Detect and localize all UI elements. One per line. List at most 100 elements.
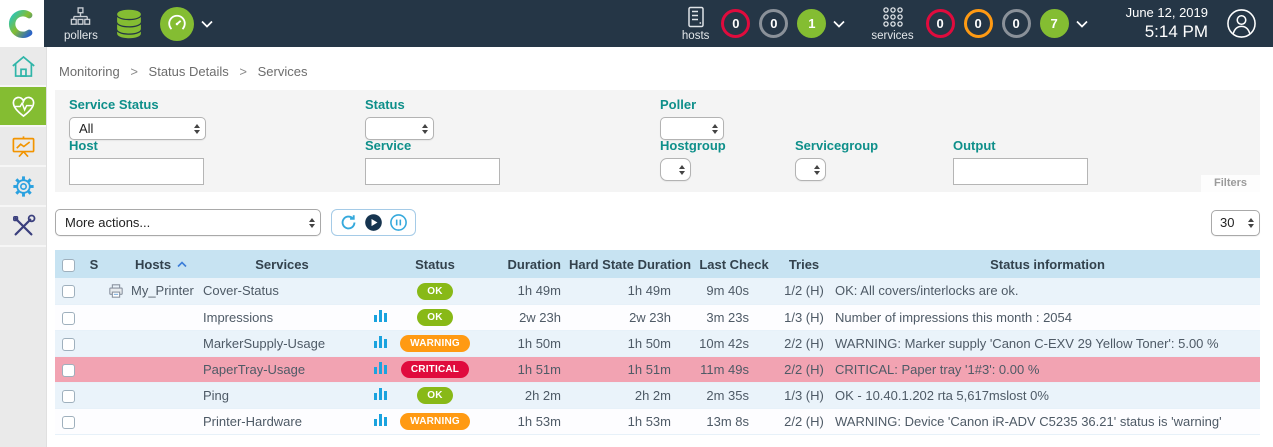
header-tries[interactable]: Tries (773, 250, 835, 278)
host-input[interactable] (69, 158, 204, 185)
header-hosts[interactable]: Hosts (107, 250, 197, 278)
servicegroup-select[interactable] (795, 158, 826, 181)
graph-icon[interactable] (374, 413, 387, 426)
hostgroup-select[interactable] (660, 158, 691, 181)
current-date: June 12, 2019 (1126, 5, 1208, 21)
services-status-button[interactable]: services (871, 5, 913, 42)
service-status-select[interactable]: All (69, 117, 206, 140)
last-check-cell: 10m 42s (695, 330, 773, 356)
tries-cell: 2/2 (H) (773, 408, 835, 434)
filters-tab[interactable]: Filters (1201, 175, 1260, 192)
refresh-controls (331, 209, 416, 236)
select-all-checkbox[interactable] (62, 259, 75, 272)
counter-badge[interactable]: 0 (1002, 9, 1031, 38)
hard-state-duration-cell: 2w 23h (565, 304, 695, 330)
user-avatar-icon[interactable] (1226, 8, 1257, 39)
graph-icon[interactable] (374, 361, 387, 374)
breadcrumb-separator: > (239, 64, 247, 79)
row-checkbox[interactable] (62, 364, 75, 377)
status-badge: WARNING (400, 413, 470, 430)
page-size-select[interactable]: 30 (1211, 210, 1260, 236)
hosts-status-button[interactable]: hosts (682, 5, 710, 42)
chevron-down-icon[interactable] (1076, 20, 1088, 28)
service-name[interactable]: PaperTray-Usage (203, 362, 305, 377)
graph-icon[interactable] (374, 309, 387, 322)
row-checkbox[interactable] (62, 285, 75, 298)
breadcrumb-monitoring[interactable]: Monitoring (59, 64, 120, 79)
header-services[interactable]: Services (197, 250, 367, 278)
counter-badge[interactable]: 1 (797, 9, 826, 38)
database-status-button[interactable] (110, 5, 148, 43)
service-input[interactable] (365, 158, 500, 185)
row-s-cell (81, 356, 107, 382)
poller-select[interactable] (660, 117, 724, 140)
hosts-label: hosts (682, 30, 710, 42)
select-stepper-icon (1248, 218, 1254, 228)
table-row: My_Printer Cover-Status OK 1h 49m 1h 49m… (55, 278, 1260, 304)
status-badge: OK (417, 387, 452, 404)
sidebar-item-configuration[interactable] (0, 167, 46, 207)
row-checkbox[interactable] (62, 338, 75, 351)
refresh-icon (339, 213, 358, 232)
status-information-cell: OK - 10.40.1.202 rta 5,617mslost 0% (835, 382, 1260, 408)
output-input[interactable] (953, 158, 1088, 185)
row-checkbox[interactable] (62, 416, 75, 429)
header-status[interactable]: Status (393, 250, 477, 278)
chevron-down-icon[interactable] (201, 20, 213, 28)
hard-state-duration-cell: 1h 53m (565, 408, 695, 434)
table-row: Impressions OK 2w 23h 2w 23h 3m 23s 1/3 … (55, 304, 1260, 330)
graph-icon[interactable] (374, 387, 387, 400)
counter-badge[interactable]: 0 (964, 9, 993, 38)
service-name[interactable]: Ping (203, 388, 229, 403)
services-table: S Hosts Services Status Duration Hard St… (55, 250, 1260, 435)
header-hard-state-duration[interactable]: Hard State Duration (565, 250, 695, 278)
services-icon (881, 5, 905, 29)
filter-panel: Service Status All Status Poller (55, 90, 1260, 192)
gauge-status-button[interactable] (160, 7, 213, 41)
heart-pulse-icon (10, 93, 37, 120)
sidebar-item-reporting[interactable] (0, 127, 46, 167)
pause-button[interactable] (389, 213, 408, 232)
host-cell[interactable]: My_Printer (107, 283, 197, 299)
counter-badge[interactable]: 0 (926, 9, 955, 38)
centreon-logo[interactable] (0, 0, 44, 47)
graph-icon[interactable] (374, 335, 387, 348)
service-name[interactable]: Impressions (203, 310, 273, 325)
header-status-information[interactable]: Status information (835, 250, 1260, 278)
row-checkbox[interactable] (62, 390, 75, 403)
play-button[interactable] (364, 213, 383, 232)
sidebar (0, 47, 47, 447)
status-select[interactable] (365, 117, 434, 140)
counter-badge[interactable]: 7 (1040, 9, 1069, 38)
pollers-icon (69, 6, 92, 29)
sidebar-item-monitoring[interactable] (0, 87, 46, 127)
servicegroup-label: Servicegroup (795, 138, 878, 153)
refresh-button[interactable] (339, 213, 358, 232)
last-check-cell: 2m 35s (695, 382, 773, 408)
pollers-status-button[interactable]: pollers (64, 6, 98, 42)
service-name[interactable]: MarkerSupply-Usage (203, 336, 325, 351)
chevron-down-icon[interactable] (833, 20, 845, 28)
breadcrumb-status-details[interactable]: Status Details (149, 64, 229, 79)
row-checkbox[interactable] (62, 312, 75, 325)
pause-icon (389, 213, 408, 232)
hard-state-duration-cell: 2h 2m (565, 382, 695, 408)
page-size-value: 30 (1220, 215, 1234, 230)
header-s[interactable]: S (81, 250, 107, 278)
printer-icon (107, 283, 125, 299)
last-check-cell: 11m 49s (695, 356, 773, 382)
counter-badge[interactable]: 0 (721, 9, 750, 38)
header-last-check[interactable]: Last Check (695, 250, 773, 278)
more-actions-select[interactable]: More actions... (55, 209, 321, 236)
counter-badge[interactable]: 0 (759, 9, 788, 38)
centreon-c-icon (6, 8, 38, 40)
header-duration[interactable]: Duration (477, 250, 565, 278)
service-name[interactable]: Cover-Status (203, 283, 279, 298)
service-name[interactable]: Printer-Hardware (203, 414, 302, 429)
hosts-counters: 001 (721, 9, 826, 38)
service-label: Service (365, 138, 500, 153)
sidebar-item-administration[interactable] (0, 207, 46, 247)
breadcrumb-services[interactable]: Services (258, 64, 308, 79)
select-stepper-icon (422, 124, 428, 134)
sidebar-item-home[interactable] (0, 47, 46, 87)
